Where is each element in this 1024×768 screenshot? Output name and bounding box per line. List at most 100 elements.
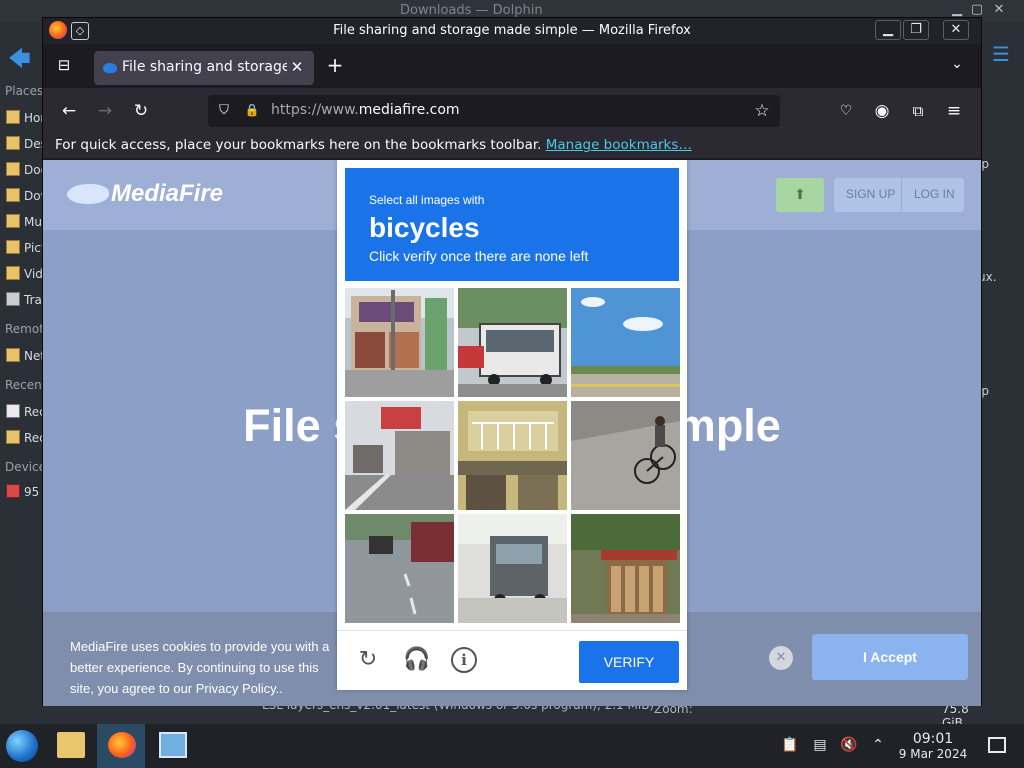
- start-menu-icon[interactable]: [6, 730, 38, 762]
- places-label: Places: [5, 84, 42, 98]
- cookie-close-icon[interactable]: ✕: [769, 646, 793, 670]
- captcha-tile-intersection[interactable]: [345, 401, 454, 510]
- volume-muted-icon[interactable]: 🔇: [840, 737, 858, 755]
- taskbar-system-settings[interactable]: [148, 724, 196, 768]
- tray-expand-chevron-icon[interactable]: ⌃: [869, 737, 887, 755]
- captcha-hint: Click verify once there are none left: [369, 248, 589, 264]
- folder-icon: [6, 136, 20, 150]
- firefox-window: ◇ File sharing and storage made simple —…: [42, 17, 982, 706]
- folder-icon: [6, 266, 20, 280]
- verify-button[interactable]: VERIFY: [579, 641, 679, 683]
- captcha-tile-bus[interactable]: [458, 288, 567, 397]
- manage-bookmarks-link[interactable]: Manage bookmarks…: [546, 137, 692, 153]
- tab-close-icon[interactable]: ✕: [288, 58, 306, 76]
- captcha-header: Select all images with bicycles Click ve…: [345, 168, 679, 281]
- folder-icon: [6, 348, 20, 362]
- clock-date: 9 Mar 2024: [898, 747, 968, 761]
- recent-label: Recent: [5, 378, 42, 392]
- folder-icon: [6, 188, 20, 202]
- sidebar-item-music[interactable]: Music: [6, 214, 42, 229]
- app-menu-icon[interactable]: ≡: [942, 99, 966, 123]
- sidebar-item-device[interactable]: 95: [6, 484, 42, 499]
- sidebar-item-network[interactable]: Network: [6, 348, 42, 363]
- tracking-protection-shield-icon[interactable]: ⛉: [216, 103, 232, 119]
- reload-challenge-icon[interactable]: ↻: [355, 647, 381, 673]
- sidebar-item-videos[interactable]: Videos: [6, 266, 42, 281]
- captcha-tile-stall[interactable]: [571, 514, 680, 623]
- close-button[interactable]: ✕: [943, 20, 969, 40]
- captcha-tile-sky[interactable]: [571, 288, 680, 397]
- background-statusbar: LSL layers_ens_v2.01_latest (Windows or …: [42, 698, 982, 744]
- folder-icon: [57, 732, 85, 758]
- firefox-icon: [108, 732, 136, 758]
- maximize-button[interactable]: ❐: [903, 20, 929, 40]
- taskbar-firefox[interactable]: [97, 724, 145, 768]
- file-icon: [6, 404, 20, 418]
- sidebar-item-pictures[interactable]: Pictures: [6, 240, 42, 255]
- sidebar-item-recent-locations[interactable]: Recent Locations: [6, 430, 42, 445]
- taskbar: 📋 ▤ 🔇 ⌃ 09:01 9 Mar 2024: [0, 724, 1024, 768]
- upload-button[interactable]: ⬆: [776, 178, 824, 212]
- captcha-tile-balcony[interactable]: [458, 401, 567, 510]
- signup-button[interactable]: SIGN UP: [846, 187, 895, 201]
- sidebar-item-desktop[interactable]: Desktop: [6, 136, 42, 151]
- show-desktop-icon[interactable]: [988, 737, 1006, 753]
- folder-icon: [6, 214, 20, 228]
- url-text[interactable]: https://www.mediafire.com: [271, 102, 460, 118]
- account-icon[interactable]: ◉: [870, 99, 894, 123]
- back-arrow-icon[interactable]: 🡄: [8, 42, 31, 80]
- logo-text: MediaFire: [111, 180, 224, 207]
- clipboard-icon[interactable]: 📋: [781, 737, 799, 755]
- background-sidebar: 🡄 Places Home Desktop Documents Download…: [0, 22, 42, 722]
- firefox-view-icon[interactable]: ⊟: [53, 56, 75, 78]
- devices-label: Devices: [5, 460, 42, 474]
- captcha-tile-road[interactable]: [345, 514, 454, 623]
- back-button[interactable]: ←: [57, 99, 81, 123]
- remote-label: Remote: [5, 322, 42, 336]
- mediafire-favicon-icon: [103, 63, 117, 73]
- tab-mediafire[interactable]: File sharing and storage made simple ✕: [94, 51, 314, 85]
- sidebar-item-trash[interactable]: Trash: [6, 292, 42, 307]
- folder-icon: [6, 162, 20, 176]
- url-bar[interactable]: ⛉ 🔒 https://www.mediafire.com ☆: [208, 95, 780, 127]
- bookmark-star-icon[interactable]: ☆: [752, 101, 772, 121]
- list-all-tabs-chevron-icon[interactable]: ⌄: [946, 56, 968, 76]
- sidebar-item-downloads[interactable]: Downloads: [6, 188, 42, 203]
- captcha-tile-truck[interactable]: [458, 514, 567, 623]
- captcha-image-grid: [345, 288, 681, 624]
- reload-button[interactable]: ↻: [129, 99, 153, 123]
- lock-icon[interactable]: 🔒: [244, 103, 260, 119]
- captcha-tile-bicycle[interactable]: [571, 401, 680, 510]
- login-button[interactable]: LOG IN: [914, 187, 955, 201]
- cookie-text: MediaFire uses cookies to provide you wi…: [70, 639, 330, 696]
- background-minimize-button[interactable]: ▁: [948, 2, 966, 18]
- captcha-footer: ↻ 🎧 i VERIFY: [337, 630, 687, 690]
- mediafire-logo[interactable]: MediaFire: [65, 180, 265, 210]
- navigation-bar: ← → ↻ ⛉ 🔒 https://www.mediafire.com ☆ ♡ …: [43, 88, 981, 134]
- notes-icon[interactable]: ▤: [811, 737, 829, 755]
- captcha-dialog: Select all images with bicycles Click ve…: [337, 160, 687, 690]
- pocket-icon[interactable]: ♡: [834, 99, 858, 123]
- sidebar-item-home[interactable]: Home: [6, 110, 42, 125]
- minimize-button[interactable]: ▁: [875, 20, 901, 40]
- background-maximize-button[interactable]: ▢: [968, 2, 986, 18]
- audio-challenge-headphones-icon[interactable]: 🎧: [403, 647, 430, 673]
- info-icon[interactable]: i: [451, 647, 477, 673]
- background-right-panel: ☰ ip ux. ip: [978, 22, 1024, 722]
- background-close-button[interactable]: ✕: [990, 2, 1008, 18]
- divider: [901, 178, 902, 212]
- clock[interactable]: 09:01 9 Mar 2024: [893, 731, 973, 761]
- new-tab-button[interactable]: +: [324, 54, 346, 76]
- accept-cookies-button[interactable]: I Accept: [812, 634, 968, 680]
- mediafire-flame-icon: [67, 184, 109, 204]
- page-content: MediaFire ⬆ SIGN UP LOG IN File storage …: [43, 160, 981, 706]
- trash-icon: [6, 292, 20, 306]
- bookmarks-toolbar: For quick access, place your bookmarks h…: [43, 134, 981, 158]
- taskbar-file-manager[interactable]: [46, 724, 94, 768]
- sidebar-item-recent-files[interactable]: Recent Files: [6, 404, 42, 419]
- extensions-puzzle-icon[interactable]: ⧉: [906, 99, 930, 123]
- forward-button[interactable]: →: [93, 99, 117, 123]
- hamburger-menu-icon[interactable]: ☰: [992, 42, 1010, 66]
- captcha-tile-storefront[interactable]: [345, 288, 454, 397]
- sidebar-item-documents[interactable]: Documents: [6, 162, 42, 177]
